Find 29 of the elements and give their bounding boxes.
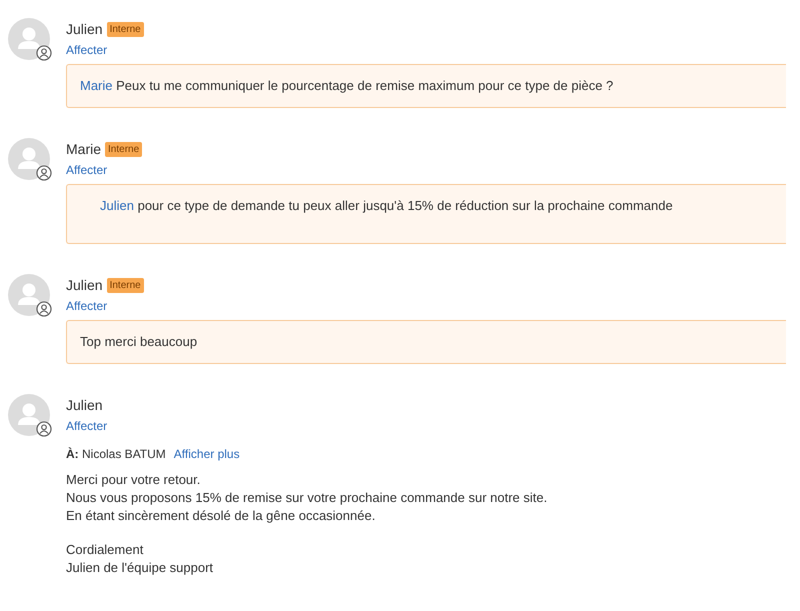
email-line: Merci pour votre retour.: [66, 471, 202, 489]
note-text: Marie Peux tu me communiquer le pourcentage de remise maximum pour ce type de pièce ?: [80, 78, 614, 93]
person-icon: [36, 301, 52, 317]
assign-link[interactable]: Affecter: [66, 163, 108, 177]
person-icon: [36, 45, 52, 61]
email-line: Julien de l'équipe support: [66, 559, 214, 577]
author-name: Julien: [66, 277, 103, 293]
assign-link[interactable]: Affecter: [66, 43, 108, 57]
author-name: Julien: [66, 397, 103, 413]
email-line: Nous vous proposons 15% de remise sur votre prochaine commande sur notre site.: [66, 489, 548, 507]
author-name: Marie: [66, 141, 102, 157]
person-icon: [36, 165, 52, 181]
note-text: Top merci beaucoup: [80, 334, 198, 349]
email-line: En étant sincèrement désolé de la gêne occasionnée.: [66, 507, 376, 525]
avatar-icon: [8, 394, 50, 436]
internal-tag: Interne: [106, 278, 144, 292]
assign-link[interactable]: Affecter: [66, 419, 108, 433]
note-text: Julien pour ce type de demande tu peux aller jusqu'à 15% de réduction sur la prochaine commande: [100, 198, 673, 213]
avatar-icon: [8, 18, 50, 60]
email-line: Cordialement: [66, 541, 144, 559]
internal-tag: Interne: [106, 22, 144, 36]
assign-link[interactable]: Affecter: [66, 299, 108, 313]
recipient-label: À: Nicolas BATUM: [66, 447, 166, 461]
author-name: Julien: [66, 21, 103, 37]
show-more-link[interactable]: Afficher plus: [174, 447, 240, 461]
internal-tag: Interne: [105, 142, 142, 156]
avatar-icon: [8, 138, 50, 180]
avatar-icon: [8, 274, 50, 316]
person-icon: [36, 421, 52, 437]
